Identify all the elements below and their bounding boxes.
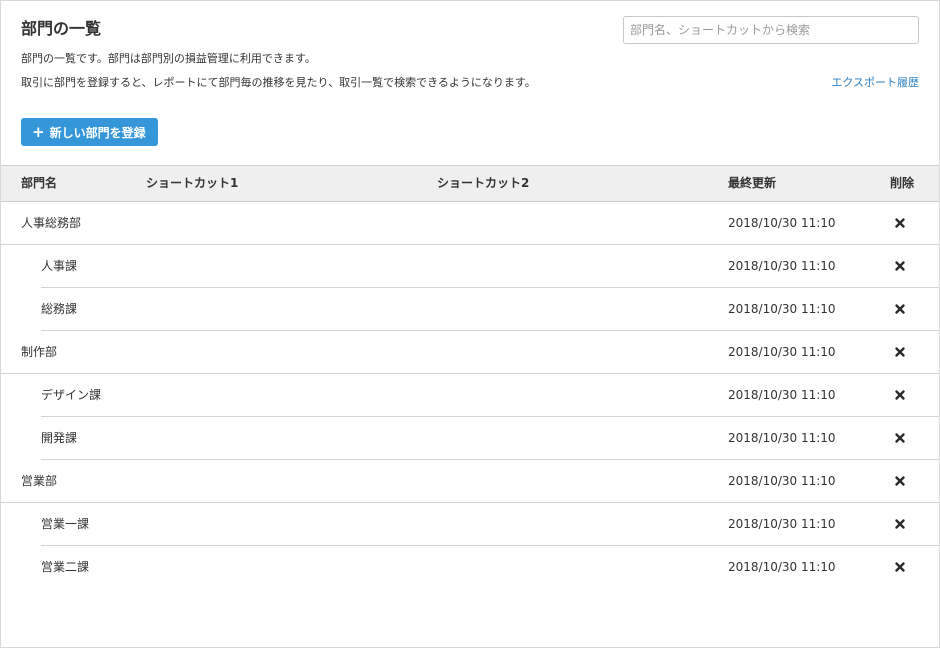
- delete-button[interactable]: [894, 475, 906, 487]
- table-row[interactable]: 開発課 2018/10/30 11:10: [1, 417, 939, 460]
- column-header-shortcut2[interactable]: ショートカット2: [437, 166, 529, 201]
- department-name[interactable]: 開発課: [41, 417, 77, 459]
- page-description: 部門の一覧です。部門は部門別の損益管理に利用できます。: [21, 52, 316, 65]
- delete-button[interactable]: [894, 518, 906, 530]
- plus-icon: +: [32, 122, 45, 141]
- department-name[interactable]: 総務課: [41, 288, 77, 330]
- delete-button[interactable]: [894, 561, 906, 573]
- table-row[interactable]: 制作部 2018/10/30 11:10: [1, 331, 939, 374]
- delete-button[interactable]: [894, 389, 906, 401]
- table-row[interactable]: 総務課 2018/10/30 11:10: [1, 288, 939, 331]
- last-updated: 2018/10/30 11:10: [728, 474, 836, 488]
- close-icon: [895, 390, 905, 400]
- page-description-detail: 取引に部門を登録すると、レポートにて部門毎の推移を見たり、取引一覧で検索できるよ…: [21, 76, 536, 89]
- department-name[interactable]: 人事課: [41, 245, 77, 287]
- department-name[interactable]: 営業二課: [41, 546, 89, 588]
- delete-button[interactable]: [894, 217, 906, 229]
- close-icon: [895, 519, 905, 529]
- delete-button[interactable]: [894, 260, 906, 272]
- last-updated: 2018/10/30 11:10: [728, 517, 836, 531]
- table-row[interactable]: 営業二課 2018/10/30 11:10: [1, 546, 939, 589]
- table-row[interactable]: 営業一課 2018/10/30 11:10: [1, 503, 939, 546]
- close-icon: [895, 562, 905, 572]
- table-header: 部門名 ショートカット1 ショートカット2 最終更新 削除: [1, 165, 939, 202]
- last-updated: 2018/10/30 11:10: [728, 560, 836, 574]
- last-updated: 2018/10/30 11:10: [728, 431, 836, 445]
- close-icon: [895, 433, 905, 443]
- delete-button[interactable]: [894, 346, 906, 358]
- department-name[interactable]: 営業一課: [41, 503, 89, 545]
- column-header-delete: 削除: [890, 176, 915, 190]
- add-department-label: 新しい部門を登録: [49, 125, 146, 140]
- table-row[interactable]: デザイン課 2018/10/30 11:10: [1, 374, 939, 417]
- column-header-name[interactable]: 部門名: [21, 166, 57, 201]
- last-updated: 2018/10/30 11:10: [728, 216, 836, 230]
- search-input[interactable]: [623, 16, 919, 44]
- column-header-updated[interactable]: 最終更新: [728, 166, 776, 201]
- table-row[interactable]: 営業部 2018/10/30 11:10: [1, 460, 939, 503]
- department-list-page: 部門の一覧 部門の一覧です。部門は部門別の損益管理に利用できます。 取引に部門を…: [0, 0, 940, 648]
- close-icon: [895, 261, 905, 271]
- close-icon: [895, 304, 905, 314]
- last-updated: 2018/10/30 11:10: [728, 388, 836, 402]
- last-updated: 2018/10/30 11:10: [728, 259, 836, 273]
- close-icon: [895, 347, 905, 357]
- department-name[interactable]: デザイン課: [41, 374, 101, 416]
- department-table: 部門名 ショートカット1 ショートカット2 最終更新 削除 人事総務部 2018/…: [1, 165, 939, 589]
- page-title: 部門の一覧: [21, 19, 102, 38]
- department-name[interactable]: 営業部: [21, 460, 57, 502]
- table-row[interactable]: 人事課 2018/10/30 11:10: [1, 245, 939, 288]
- export-history-link[interactable]: エクスポート履歴: [831, 75, 919, 91]
- column-header-shortcut1[interactable]: ショートカット1: [146, 166, 238, 201]
- department-name[interactable]: 制作部: [21, 331, 57, 373]
- close-icon: [895, 218, 905, 228]
- table-body: 人事総務部 2018/10/30 11:10 人事課 2018/10/30 11:10…: [1, 202, 939, 589]
- table-row[interactable]: 人事総務部 2018/10/30 11:10: [1, 202, 939, 245]
- last-updated: 2018/10/30 11:10: [728, 302, 836, 316]
- add-department-button[interactable]: + 新しい部門を登録: [21, 118, 158, 146]
- delete-button[interactable]: [894, 432, 906, 444]
- department-name[interactable]: 人事総務部: [21, 202, 81, 244]
- delete-button[interactable]: [894, 303, 906, 315]
- last-updated: 2018/10/30 11:10: [728, 345, 836, 359]
- close-icon: [895, 476, 905, 486]
